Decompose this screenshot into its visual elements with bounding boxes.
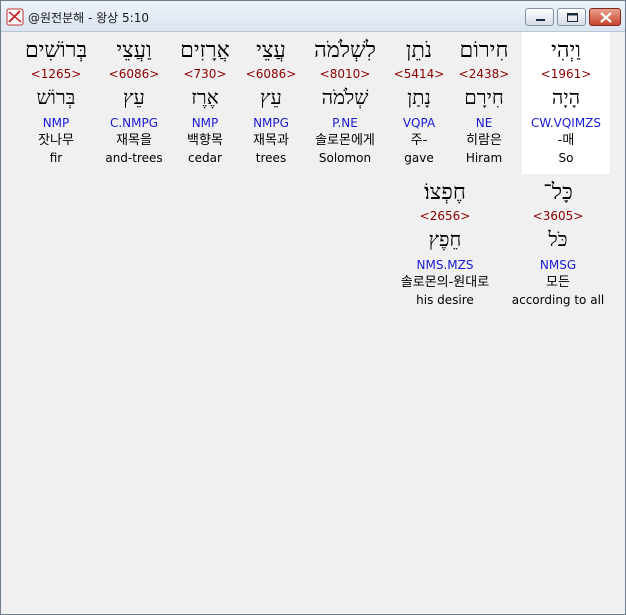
word-column[interactable]: חִירוֹם <2438> חִירָם NE 히람은 Hiram — [449, 32, 519, 174]
morphology-code: NMP — [42, 116, 70, 130]
strong-number: <3605> — [532, 209, 584, 223]
window-title: @원전분해 - 왕상 5:10 — [28, 11, 149, 25]
interlinear-panel: בְּרוֹשִׁים <1265> בְּרוֹשׁ NMP 잣나무 fir … — [9, 32, 621, 610]
strong-number: <6086> — [245, 67, 297, 81]
strong-number: <730> — [183, 67, 227, 81]
korean-gloss: 주- — [410, 133, 428, 148]
word-column[interactable]: וַעֲצֵי <6086> עֵץ C.NMPG 재목을 and-trees — [99, 32, 169, 174]
strong-number: <5414> — [393, 67, 445, 81]
close-button[interactable] — [589, 8, 621, 26]
word-column[interactable]: לִשְׁלֹמֹה <8010> שְׁלֹמֹה P.NE 솔로몬에게 So… — [301, 32, 389, 174]
english-gloss: and-trees — [105, 151, 163, 165]
korean-gloss: 솔로몬에게 — [315, 133, 375, 148]
minimize-icon — [536, 19, 545, 21]
maximize-button[interactable] — [557, 8, 586, 26]
word-column-selected[interactable]: וַיְהִי <1961> הָיָה CW.VQIMZS -매 So — [522, 32, 610, 174]
strong-number: <8010> — [319, 67, 371, 81]
lemma-word: הָיָה — [551, 85, 581, 109]
morphology-code: CW.VQIMZS — [530, 116, 602, 130]
word-column[interactable]: בְּרוֹשִׁים <1265> בְּרוֹשׁ NMP 잣나무 fir — [13, 32, 99, 174]
lemma-word: בְּרוֹשׁ — [36, 85, 76, 109]
english-gloss: his desire — [416, 293, 474, 307]
korean-gloss: 모든 — [546, 275, 570, 290]
maximize-icon — [567, 13, 578, 22]
morphology-code: P.NE — [332, 116, 358, 130]
morphology-code: NE — [475, 116, 493, 130]
strong-number: <2656> — [419, 209, 471, 223]
morphology-code: NMP — [191, 116, 219, 130]
word-column[interactable]: אֲרָזִים <730> אֶרֶז NMP 백향목 cedar — [169, 32, 241, 174]
strong-number: <2438> — [458, 67, 510, 81]
korean-gloss: 재목과 — [253, 133, 289, 148]
lemma-word: שְׁלֹמֹה — [321, 85, 369, 109]
hebrew-word: וַעֲצֵי — [116, 38, 152, 63]
lemma-word: חִירָם — [464, 85, 504, 109]
strong-number: <6086> — [108, 67, 160, 81]
hebrew-word: חֶפְצוֹ׃ — [424, 180, 466, 205]
app-logo-icon — [6, 8, 24, 26]
lemma-word: חֵפֶץ — [428, 227, 462, 251]
hebrew-word: אֲרָזִים — [180, 38, 230, 63]
korean-gloss: 솔로몬의-원대로 — [400, 275, 490, 290]
hebrew-word: חִירוֹם — [459, 38, 509, 63]
morphology-code: C.NMPG — [109, 116, 159, 130]
strong-number: <1265> — [30, 67, 82, 81]
english-gloss: trees — [255, 151, 287, 165]
morphology-code: NMPG — [253, 116, 289, 130]
hebrew-word: נֹתֵן — [405, 38, 433, 63]
lemma-word: עֵץ — [260, 85, 282, 109]
lemma-word: כֹּל — [548, 227, 568, 251]
hebrew-word: בְּרוֹשִׁים — [24, 38, 88, 63]
lemma-word: נָתַן — [407, 85, 431, 109]
english-gloss: Hiram — [465, 151, 503, 165]
morphology-code: NMS.MZS — [416, 258, 474, 272]
hebrew-word: לִשְׁלֹמֹה — [314, 38, 376, 63]
morphology-code: NMSG — [539, 258, 577, 272]
english-gloss: cedar — [188, 151, 222, 165]
korean-gloss: 재목을 — [116, 133, 152, 148]
word-column[interactable]: עֲצֵי <6086> עֵץ NMPG 재목과 trees — [241, 32, 301, 174]
minimize-button[interactable] — [525, 8, 554, 26]
hebrew-word: עֲצֵי — [256, 38, 286, 63]
title-bar[interactable]: @원전분해 - 왕상 5:10 — [1, 1, 625, 32]
english-gloss: So — [558, 151, 574, 165]
korean-gloss: 잣나무 — [38, 133, 74, 148]
hebrew-word: וַיְהִי — [551, 38, 581, 63]
english-gloss: according to all — [511, 293, 605, 307]
english-gloss: fir — [49, 151, 63, 165]
english-gloss: gave — [404, 151, 434, 165]
strong-number: <1961> — [540, 67, 592, 81]
morphology-code: VQPA — [402, 116, 436, 130]
word-column[interactable]: נֹתֵן <5414> נָתַן VQPA 주- gave — [389, 32, 449, 174]
lemma-word: עֵץ — [123, 85, 145, 109]
korean-gloss: -매 — [557, 133, 575, 148]
app-window: @원전분해 - 왕상 5:10 בְּרוֹשִׁים <1265> בְּרו… — [0, 0, 626, 615]
korean-gloss: 히람은 — [466, 133, 502, 148]
hebrew-word: כָּל־ — [543, 180, 573, 205]
close-icon — [600, 12, 612, 23]
english-gloss: Solomon — [318, 151, 372, 165]
korean-gloss: 백향목 — [187, 133, 223, 148]
word-column[interactable]: חֶפְצוֹ׃ <2656> חֵפֶץ NMS.MZS 솔로몬의-원대로 h… — [385, 174, 505, 316]
lemma-word: אֶרֶז — [191, 85, 219, 109]
word-column[interactable]: כָּל־ <3605> כֹּל NMSG 모든 according to a… — [505, 174, 611, 316]
